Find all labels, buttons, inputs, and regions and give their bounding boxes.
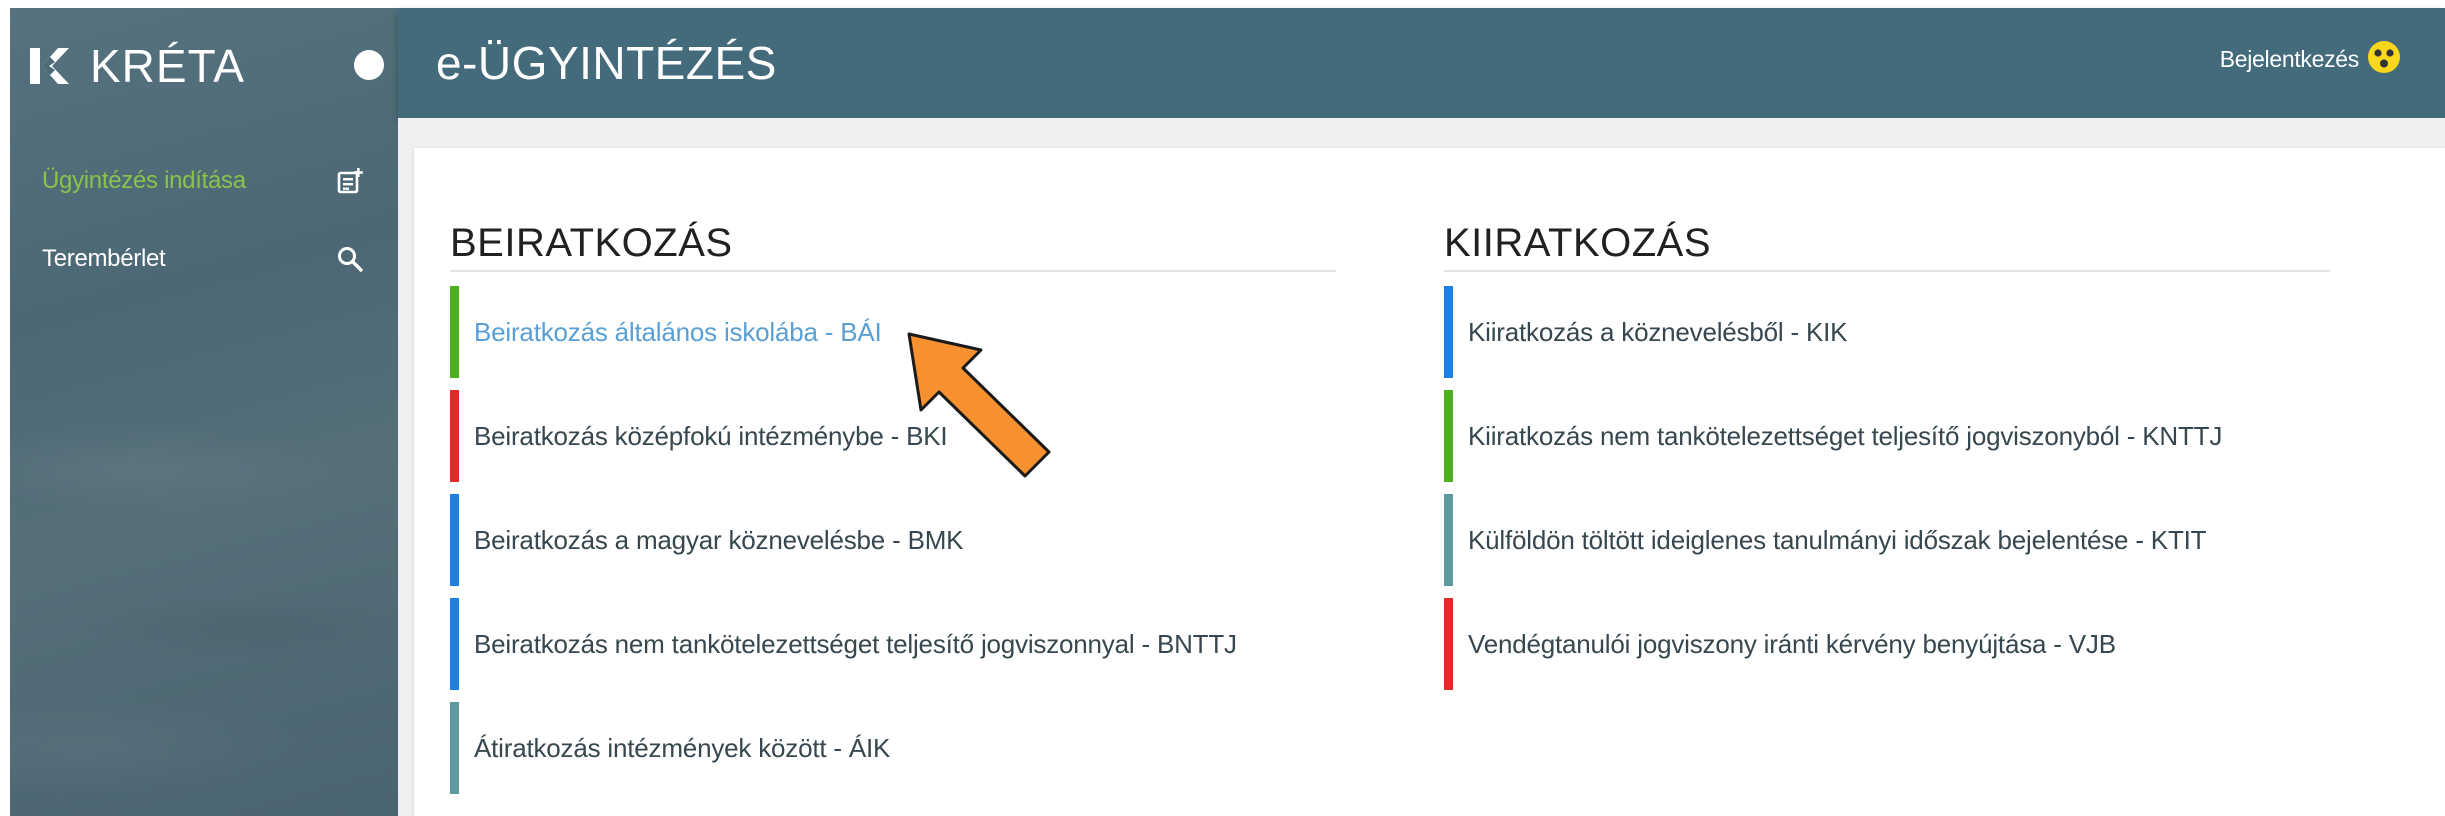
app-frame: KRÉTA Ügyintézés indítása Terembérlet e-…	[0, 0, 2445, 816]
orange-arrow-icon	[907, 332, 1051, 478]
section-divider	[450, 270, 1336, 272]
service-link-label: Beiratkozás középfokú intézménybe - BKI	[474, 420, 948, 451]
color-bar	[450, 494, 459, 586]
service-link-label: Külföldön töltött ideiglenes tanulmányi …	[1468, 524, 2207, 555]
status-dot[interactable]	[354, 50, 384, 80]
smiley-face-icon	[2367, 40, 2401, 79]
service-link-bnttj[interactable]: Beiratkozás nem tankötelezettséget telje…	[450, 598, 1237, 690]
service-link-bmk[interactable]: Beiratkozás a magyar köznevelésbe - BMK	[450, 494, 964, 586]
service-link-label: Beiratkozás általános iskolába - BÁI	[474, 316, 882, 347]
sidebar: KRÉTA Ügyintézés indítása Terembérlet	[10, 8, 398, 816]
sidebar-item-label: Ügyintézés indítása	[42, 167, 246, 194]
service-link-label: Beiratkozás nem tankötelezettséget telje…	[474, 628, 1237, 659]
sidebar-item-label: Terembérlet	[42, 245, 166, 272]
page-title: e-ÜGYINTÉZÉS	[436, 37, 777, 89]
section-title-enrollment: BEIRATKOZÁS	[450, 221, 733, 265]
section-divider	[1444, 270, 2330, 272]
service-link-kik[interactable]: Kiiratkozás a köznevelésből - KIK	[1444, 286, 1847, 378]
service-link-vjb[interactable]: Vendégtanulói jogviszony iránti kérvény …	[1444, 598, 2116, 690]
brand[interactable]: KRÉTA	[28, 36, 245, 96]
new-document-icon	[336, 167, 364, 195]
color-bar	[1444, 494, 1453, 586]
service-link-bai[interactable]: Beiratkozás általános iskolába - BÁI	[450, 286, 882, 378]
color-bar	[450, 390, 459, 482]
top-header: e-ÜGYINTÉZÉS Bejelentkezés	[398, 8, 2445, 118]
sidebar-item-start-case[interactable]: Ügyintézés indítása	[10, 156, 398, 206]
color-bar	[1444, 286, 1453, 378]
service-link-ktit[interactable]: Külföldön töltött ideiglenes tanulmányi …	[1444, 494, 2207, 586]
sidebar-item-room-rental[interactable]: Terembérlet	[10, 234, 398, 284]
color-bar	[1444, 390, 1453, 482]
service-link-label: Kiiratkozás nem tankötelezettséget telje…	[1468, 420, 2223, 451]
section-title-withdrawal: KIIRATKOZÁS	[1444, 221, 1712, 265]
color-bar	[1444, 598, 1453, 690]
service-link-label: Vendégtanulói jogviszony iránti kérvény …	[1468, 628, 2116, 659]
service-link-bki[interactable]: Beiratkozás középfokú intézménybe - BKI	[450, 390, 948, 482]
login-button[interactable]: Bejelentkezés	[2220, 40, 2401, 79]
service-link-knttj[interactable]: Kiiratkozás nem tankötelezettséget telje…	[1444, 390, 2222, 482]
color-bar	[450, 702, 459, 794]
service-link-aik[interactable]: Átiratkozás intézmények között - ÁIK	[450, 702, 890, 794]
search-icon	[336, 245, 364, 273]
service-link-label: Kiiratkozás a köznevelésből - KIK	[1468, 316, 1848, 347]
login-label: Bejelentkezés	[2219, 46, 2360, 72]
service-link-label: Beiratkozás a magyar köznevelésbe - BMK	[474, 524, 964, 555]
color-bar	[450, 598, 459, 690]
service-link-label: Átiratkozás intézmények között - ÁIK	[474, 732, 891, 763]
kreta-k-logo-icon	[28, 45, 70, 87]
color-bar	[450, 286, 459, 378]
brand-name: KRÉTA	[90, 40, 245, 92]
